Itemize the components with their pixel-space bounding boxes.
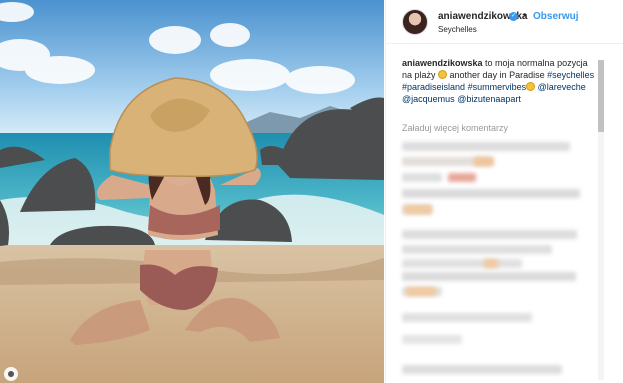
post-side-panel: aniawendzikowska ✓ • Obserwuj Seychelles…: [385, 0, 623, 383]
blurred-comment: [484, 259, 498, 268]
mention-jacquemus[interactable]: @jacquemus: [402, 94, 455, 104]
blurred-comment: [402, 272, 576, 281]
comments-area[interactable]: aniawendzikowska to moja normalna pozycj…: [386, 45, 623, 383]
blurred-comment: [402, 313, 532, 322]
blurred-comment: [406, 287, 436, 296]
post-header: aniawendzikowska ✓ • Obserwuj Seychelles: [386, 0, 623, 44]
caption-username-link[interactable]: aniawendzikowska: [402, 58, 483, 68]
blurred-comment: [402, 189, 580, 198]
mention-bizutenaapart[interactable]: @bizutenaapart: [457, 94, 521, 104]
sun-icon: [526, 82, 536, 91]
beach-photo-illustration: [0, 0, 384, 383]
verified-badge-icon: ✓: [509, 12, 518, 21]
blurred-comment: [402, 230, 577, 239]
blurred-comment: [402, 365, 562, 374]
location-link[interactable]: Seychelles: [438, 25, 477, 34]
blurred-comment: [402, 173, 442, 182]
avatar[interactable]: [402, 9, 428, 35]
post-caption: aniawendzikowska to moja normalna pozycj…: [402, 57, 597, 105]
caption-text-2: another day in Paradise: [447, 70, 548, 80]
blurred-comment: [402, 245, 552, 254]
mention-lareveche[interactable]: @lareveche: [538, 82, 586, 92]
blurred-comment: [402, 142, 570, 151]
hashtag-seychelles[interactable]: #seychelles: [547, 70, 594, 80]
grinning-face-icon: [438, 70, 448, 79]
follow-button[interactable]: Obserwuj: [533, 11, 579, 22]
hashtag-summervibes[interactable]: #summervibes: [468, 82, 527, 92]
blurred-comment: [402, 335, 462, 344]
blurred-comment: [448, 173, 476, 182]
comments-scrollbar-thumb[interactable]: [598, 60, 604, 132]
separator-dot: •: [523, 10, 527, 21]
hashtag-paradiseisland[interactable]: #paradiseisland: [402, 82, 465, 92]
blurred-comment: [404, 205, 432, 214]
blurred-comment: [402, 259, 522, 268]
post-photo[interactable]: [0, 0, 384, 383]
load-more-comments-button[interactable]: Załaduj więcej komentarzy: [402, 123, 508, 133]
blurred-comment: [474, 157, 494, 166]
